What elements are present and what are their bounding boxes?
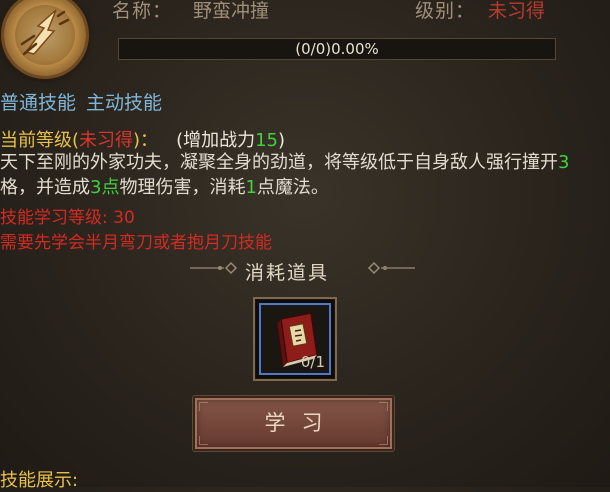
consume-items-title: 消耗道具 — [245, 262, 330, 284]
current-level-line: 当前等级(未习得)： (增加战力15) — [0, 126, 285, 152]
skill-description: 天下至刚的外家功夫，凝聚全身的劲道，将等级低于自身敌人强行撞开3 格，并造成3点物… — [0, 150, 605, 200]
desc-text-3: 物理伤害，消耗 — [119, 177, 246, 198]
desc-text-2: 格，并造成 — [0, 177, 90, 198]
learn-level-requirement: 技能学习等级: 30 — [0, 208, 135, 228]
skill-showcase-label: 技能展示: — [0, 470, 79, 491]
divider-ornament-left — [190, 261, 238, 275]
power-value: 15 — [255, 130, 278, 151]
current-level-label: 当前等级 — [0, 130, 72, 151]
name-label: 名称： — [112, 0, 173, 22]
level-value: 未习得 — [488, 0, 546, 22]
divider-ornament-right — [367, 261, 415, 275]
level-label: 级别： — [415, 0, 476, 22]
item-count: 0/1 — [300, 353, 325, 371]
skill-name: 野蛮冲撞 — [193, 0, 270, 22]
experience-progress-bar: (0/0)0.00% — [118, 38, 556, 60]
tag-normal-skill: 普通技能 — [0, 92, 77, 114]
current-level-status: 未习得 — [79, 130, 134, 151]
power-prefix: (增加战力 — [176, 130, 256, 151]
skill-tags: 普通技能 主动技能 — [0, 88, 172, 115]
learn-button-label: 学习 — [264, 411, 339, 435]
prerequisite-skill-requirement: 需要先学会半月弯刀或者抱月刀技能 — [0, 233, 272, 253]
desc-value-mana: 1 — [245, 177, 257, 198]
consumable-item-slot[interactable]: 0/1 — [253, 297, 337, 381]
paren-close: )： — [133, 130, 159, 151]
desc-text-1: 天下至刚的外家功夫，凝聚全身的劲道，将等级低于自身敌人强行撞开 — [0, 152, 558, 173]
progress-text: (0/0)0.00% — [295, 40, 379, 58]
item-frame: 0/1 — [259, 303, 331, 375]
tag-active-skill: 主动技能 — [86, 92, 163, 114]
desc-value-cells: 3 — [558, 152, 570, 173]
skill-icon — [4, 0, 86, 76]
learn-button[interactable]: 学习 — [193, 396, 394, 451]
desc-value-damage: 3点 — [90, 177, 120, 198]
paren-open: ( — [72, 130, 80, 151]
desc-text-4: 点魔法。 — [256, 177, 329, 198]
power-suffix: ) — [278, 130, 286, 151]
